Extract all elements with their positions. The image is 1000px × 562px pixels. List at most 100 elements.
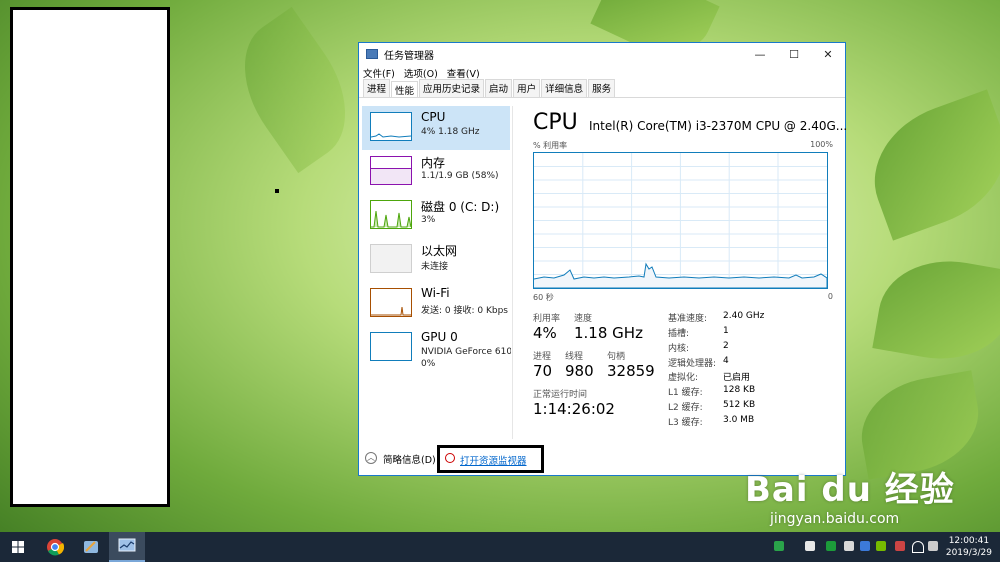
time-axis-label: 60 秒 [533,293,554,302]
tab-performance[interactable]: 性能 [391,81,419,97]
tab-services[interactable]: 服务 [588,79,616,97]
cursor-dot [275,189,279,193]
input-method-icon[interactable] [805,541,815,551]
sidebar-item-label: 以太网 [421,244,458,258]
threads-label: 线程 [565,352,584,362]
volume-icon[interactable] [928,541,938,551]
menu-view[interactable]: 查看(V) [447,66,480,80]
sidebar-item-gpu[interactable]: GPU 0 NVIDIA GeForce 610M 0% [362,326,512,370]
minimize-button[interactable]: — [743,43,777,65]
spec-value: 512 KB [723,400,756,410]
chevron-up-icon[interactable]: ︿ [365,452,377,464]
sidebar-item-label: 磁盘 0 (C: D:) [421,200,500,214]
title-bar[interactable]: 任务管理器 — ☐ ✕ [359,43,845,65]
sidebar-item-value: 3% [421,215,436,225]
task-manager-icon [118,538,136,552]
resource-monitor-icon [445,453,455,463]
speed-value: 1.18 GHz [574,324,643,342]
sidebar-item-label: GPU 0 [421,330,458,344]
fewer-details-button[interactable]: 简略信息(D) [383,452,436,466]
sidebar-item-value: 未连接 [421,262,449,272]
clock-date: 2019/3/29 [945,548,992,558]
tray-app-icon[interactable] [895,541,905,551]
background-leaf [217,6,373,174]
utilization-max-label: 100% [810,140,833,149]
wifi-icon[interactable] [912,541,924,553]
tab-processes[interactable]: 进程 [363,79,391,97]
cpu-model: Intel(R) Core(TM) i3-2370M CPU @ 2.40G..… [589,119,848,133]
processes-label: 进程 [533,352,552,362]
disk-thumbnail [370,200,412,229]
maximize-button[interactable]: ☐ [777,43,811,65]
watermark-url: jingyan.baidu.com [770,511,900,527]
utilization-label: 利用率 [533,314,561,324]
baidu-watermark: Bai du 经验 jingyan.baidu.com [745,462,955,527]
utilization-axis-label: % 利用率 [533,141,568,150]
tab-users[interactable]: 用户 [513,79,541,97]
spec-label: 基准速度: [668,314,708,324]
spec-value: 2 [723,341,729,351]
spec-value: 已启用 [723,373,751,383]
close-button[interactable]: ✕ [811,43,845,65]
window-title: 任务管理器 [384,50,434,62]
cpu-thumbnail [370,112,412,141]
tab-startup[interactable]: 启动 [485,79,513,97]
spec-label: 虚拟化: [668,373,699,383]
taskbar: 12:00:41 2019/3/29 [0,532,1000,562]
sidebar-item-disk[interactable]: 磁盘 0 (C: D:) 3% [362,194,512,238]
windows-logo-icon [12,541,24,553]
gpu-thumbnail [370,332,412,361]
spec-value: 2.40 GHz [723,311,765,321]
tray-app-icon[interactable] [844,541,854,551]
sidebar-item-value: 4% 1.18 GHz [421,127,480,137]
wifi-thumbnail [370,288,412,317]
cpu-utilization-graph [533,152,828,289]
start-button[interactable] [0,532,36,562]
uptime-label: 正常运行时间 [533,390,588,400]
blank-panel [10,7,170,507]
sidebar-item-ethernet[interactable]: 以太网 未连接 [362,238,512,282]
tab-bar: 进程 性能 应用历史记录 启动 用户 详细信息 服务 [359,79,845,98]
sidebar-item-memory[interactable]: 内存 1.1/1.9 GB (58%) [362,150,512,194]
spec-label: 插槽: [668,329,690,339]
paint-icon [84,541,98,553]
tab-details[interactable]: 详细信息 [541,79,588,97]
time-axis-zero: 0 [827,292,833,301]
spec-value: 4 [723,356,729,366]
chrome-icon [47,539,64,556]
spec-value: 3.0 MB [723,415,755,425]
processes-value: 70 [533,362,553,380]
chinese-input-icon[interactable] [826,541,836,551]
taskbar-app[interactable] [73,532,109,562]
sidebar-item-value: 0% [421,359,436,369]
sidebar-item-wifi[interactable]: Wi-Fi 发送: 0 接收: 0 Kbps [362,282,512,326]
sidebar-item-value: NVIDIA GeForce 610M [421,347,511,357]
taskbar-chrome[interactable] [37,532,73,562]
system-clock[interactable]: 12:00:41 2019/3/29 [946,535,992,559]
speed-label: 速度 [574,314,593,324]
uptime-value: 1:14:26:02 [533,400,615,418]
background-leaf [872,249,1000,371]
tab-app-history[interactable]: 应用历史记录 [419,79,485,97]
sogou-icon[interactable] [774,541,784,551]
taskbar-task-manager[interactable] [109,532,145,562]
nvidia-icon[interactable] [876,541,886,551]
sidebar-divider [512,106,513,439]
spec-label: 内核: [668,344,690,354]
ethernet-thumbnail [370,244,412,273]
task-manager-icon [366,49,378,59]
menu-options[interactable]: 选项(O) [404,66,438,80]
sidebar-item-label: CPU [421,110,446,124]
task-manager-window: 任务管理器 — ☐ ✕ 文件(F) 选项(O) 查看(V) 进程 性能 应用历史… [358,42,848,476]
clock-time: 12:00:41 [948,536,990,546]
sidebar-item-label: 内存 [421,156,446,170]
background-leaf [855,89,1000,241]
sidebar-item-label: Wi-Fi [421,286,450,300]
sidebar-item-cpu[interactable]: CPU 4% 1.18 GHz [362,106,510,150]
sidebar-item-value: 发送: 0 接收: 0 Kbps [421,306,508,316]
handles-value: 32859 [607,362,655,380]
open-resource-monitor-link[interactable]: 打开资源监视器 [460,453,527,467]
sidebar-item-value: 1.1/1.9 GB (58%) [421,171,499,181]
tray-app-icon[interactable] [860,541,870,551]
menu-file[interactable]: 文件(F) [363,66,395,80]
